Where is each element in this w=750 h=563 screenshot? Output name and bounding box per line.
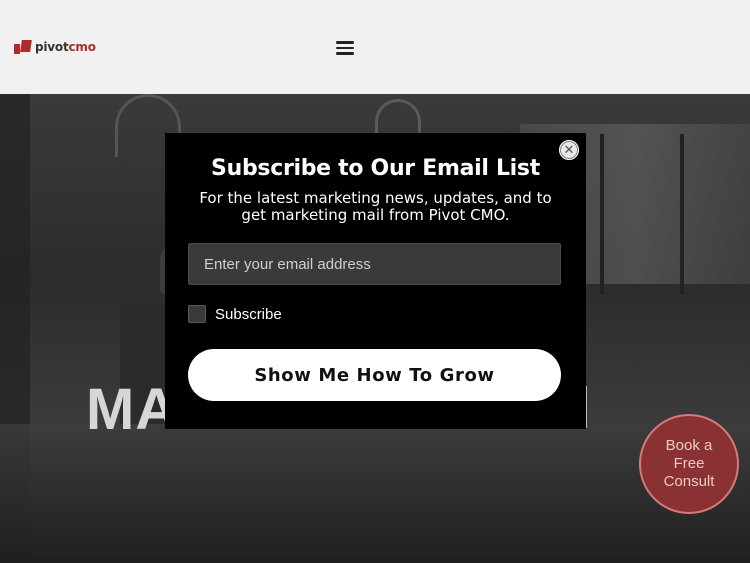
pivotcmo-logo[interactable]: pivotcmo [14,40,96,54]
subscribe-checkbox-label[interactable]: Subscribe [215,306,282,323]
site-header: pivotcmo [0,0,750,94]
hero-bg-window-frame [680,134,684,294]
close-icon: ✕ [563,142,575,158]
subscribe-popup: ✕ Subscribe to Our Email List For the la… [165,133,586,429]
popup-title: Subscribe to Our Email List [211,156,540,181]
show-me-how-to-grow-button[interactable]: Show Me How To Grow [188,349,561,401]
hero-bg-desk [0,424,750,563]
hero-bg-window-frame [600,134,604,294]
popup-subtitle: For the latest marketing news, updates, … [199,189,552,224]
book-free-consult-button[interactable]: Book a Free Consult [639,414,739,514]
hamburger-menu-icon[interactable] [336,41,356,55]
consult-label: Book a Free Consult [663,437,715,490]
subscribe-checkbox-row[interactable]: Subscribe [188,305,282,323]
email-input[interactable] [188,243,561,285]
logo-text: pivotcmo [35,40,96,54]
logo-mark-icon [14,40,32,54]
subscribe-checkbox[interactable] [188,305,206,323]
